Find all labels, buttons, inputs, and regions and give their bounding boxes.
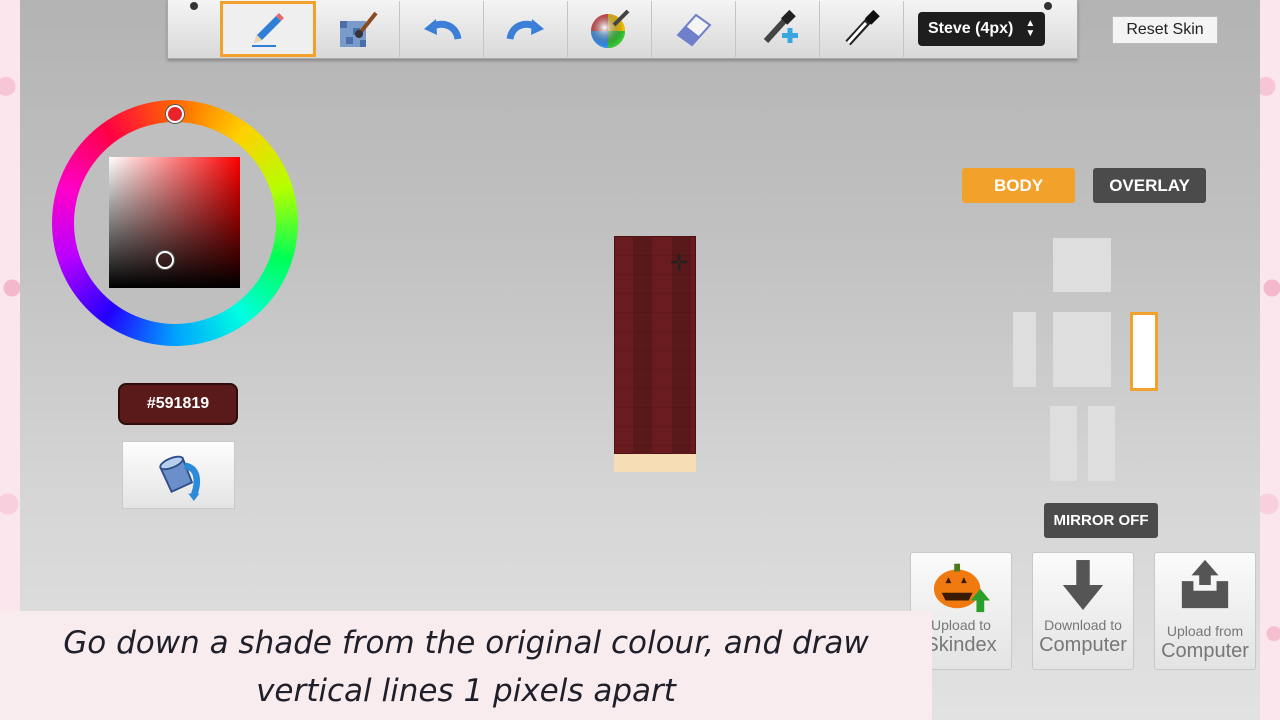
redo-button[interactable] [484, 1, 568, 57]
tab-overlay[interactable]: OVERLAY [1093, 168, 1206, 203]
stepper-arrows-icon[interactable]: ▲ ▼ [1025, 19, 1035, 39]
download-line2: Computer [1039, 634, 1127, 656]
sv-handle[interactable] [156, 251, 174, 269]
tab-body[interactable]: BODY [962, 168, 1075, 203]
color-picker-tool-button[interactable] [568, 1, 652, 57]
download-line1: Download to [1044, 617, 1122, 633]
lighten-tool-button[interactable] [820, 1, 904, 57]
eraser-icon [676, 13, 711, 47]
download-arrow-icon [1062, 560, 1104, 610]
darken-tool-button[interactable] [736, 1, 820, 57]
model-select[interactable]: Steve (4px) ▲ ▼ [918, 12, 1046, 46]
toolbar-pin-right [1044, 2, 1052, 10]
noise-brush-tool-button[interactable] [316, 1, 400, 57]
brush-noise-icon [339, 11, 378, 47]
reset-skin-button[interactable]: Reset Skin [1112, 16, 1218, 44]
caption-line-2: vertical lines 1 pixels apart [256, 673, 676, 709]
pumpkin-upload-icon [933, 563, 990, 613]
part-left-leg[interactable] [1088, 406, 1115, 481]
eraser-tool-button[interactable] [652, 1, 736, 57]
part-left-arm[interactable] [1130, 312, 1158, 391]
skin-hand-row[interactable] [614, 454, 696, 472]
undo-icon [423, 19, 461, 40]
mirror-toggle-button[interactable]: MIRROR OFF [1044, 503, 1158, 538]
pencil-icon [252, 13, 284, 47]
part-right-arm[interactable] [1013, 312, 1036, 387]
part-torso[interactable] [1053, 312, 1111, 387]
upload-computer-line1: Upload from [1166, 623, 1244, 639]
caption-line-1: Go down a shade from the original colour… [63, 625, 869, 661]
model-select-value: Steve (4px) [928, 20, 1014, 37]
toolbar: Steve (4px) ▲ ▼ [167, 0, 1078, 59]
color-picker-icon [590, 9, 629, 48]
toolbar-pin-left [190, 2, 198, 10]
paint-bucket-icon [158, 455, 200, 501]
redo-icon [506, 19, 544, 40]
part-head[interactable] [1053, 238, 1111, 292]
undo-button[interactable] [400, 1, 484, 57]
upload-computer-line2: Computer [1161, 640, 1249, 662]
darken-dropper-icon [763, 9, 798, 44]
fill-bucket-button[interactable] [122, 441, 235, 509]
lighten-dropper-icon [844, 9, 880, 46]
blossom-border-right [1260, 0, 1280, 720]
color-hex-display[interactable]: #591819 [118, 383, 238, 425]
saturation-value-square[interactable] [109, 157, 240, 288]
download-to-computer-button[interactable]: Download to Computer [1032, 552, 1134, 670]
part-right-leg[interactable] [1050, 406, 1077, 481]
upload-from-computer-button[interactable]: Upload from Computer [1154, 552, 1256, 670]
crosshair-cursor-icon: ✛ [670, 250, 689, 275]
tutorial-caption: Go down a shade from the original colour… [0, 611, 932, 720]
pencil-tool-button[interactable] [220, 1, 316, 57]
upload-box-icon [1181, 559, 1229, 609]
hue-handle[interactable] [166, 105, 184, 123]
